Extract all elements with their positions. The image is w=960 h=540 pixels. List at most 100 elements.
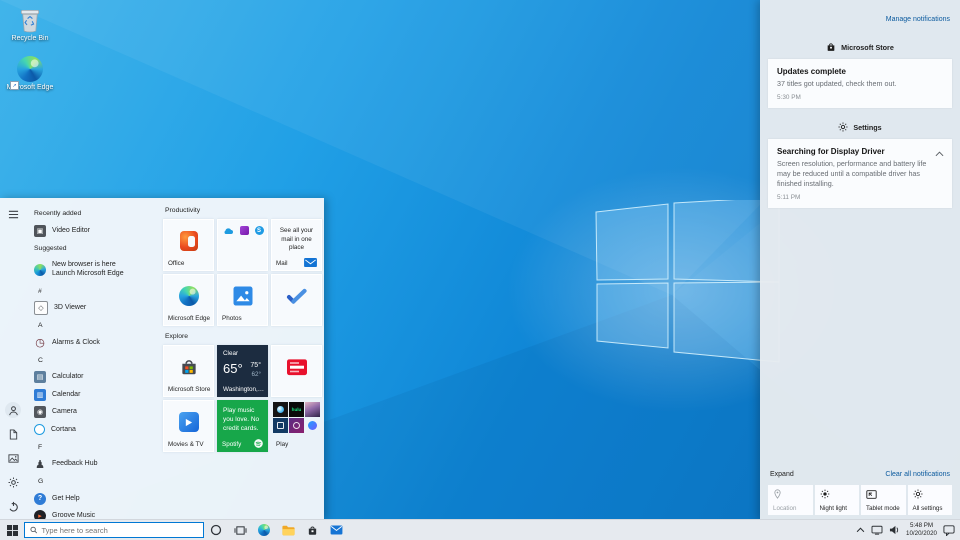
tile-office[interactable]: Office bbox=[163, 219, 214, 271]
start-section-label[interactable]: C bbox=[26, 352, 160, 369]
pictures-button[interactable] bbox=[5, 450, 21, 466]
play-tile-game-art[interactable] bbox=[305, 402, 320, 417]
onenote-icon bbox=[240, 226, 249, 235]
quick-action-label: All settings bbox=[913, 505, 950, 512]
system-tray: 5:48 PM 10/20/2020 bbox=[856, 522, 960, 538]
tile-to-do[interactable] bbox=[271, 274, 322, 326]
mail-taskbar-button[interactable] bbox=[324, 520, 348, 540]
start-app-item[interactable]: 3D Viewer bbox=[26, 300, 160, 318]
volume-icon[interactable] bbox=[889, 525, 900, 535]
tile-mail[interactable]: See all your mail in one place Mail bbox=[271, 219, 322, 271]
mail-icon bbox=[304, 258, 317, 267]
play-tile-ps[interactable] bbox=[273, 418, 288, 433]
app-label: Camera bbox=[52, 408, 77, 416]
start-app-item[interactable]: New browser is here Launch Microsoft Edg… bbox=[26, 257, 160, 283]
action-center-button[interactable] bbox=[943, 525, 955, 536]
start-section-label[interactable]: G bbox=[26, 473, 160, 490]
tile-weather[interactable]: Clear 65° 75° 62° Washington,… bbox=[217, 345, 268, 397]
manage-notifications-link[interactable]: Manage notifications bbox=[886, 16, 950, 23]
tile-spotify[interactable]: Play music you love. No credit cards. Sp… bbox=[217, 400, 268, 452]
start-section-label[interactable]: F bbox=[26, 439, 160, 456]
quick-action-tablet-mode[interactable]: Tablet mode bbox=[861, 485, 906, 515]
notification-card-updates[interactable]: Updates complete 37 titles got updated, … bbox=[768, 59, 952, 108]
chevron-up-icon[interactable] bbox=[935, 151, 944, 157]
tile-news[interactable] bbox=[271, 345, 322, 397]
taskbar-search[interactable] bbox=[24, 522, 204, 538]
documents-button[interactable] bbox=[5, 426, 21, 442]
skype-icon: S bbox=[255, 226, 264, 235]
start-app-item[interactable]: Get Help bbox=[26, 490, 160, 508]
video-editor-icon bbox=[34, 225, 46, 237]
network-icon[interactable] bbox=[871, 525, 883, 535]
photos-icon bbox=[233, 287, 252, 306]
tile-office-apps[interactable]: S bbox=[217, 219, 268, 271]
play-tile-hulu[interactable]: hulu bbox=[289, 402, 304, 417]
file-explorer-button[interactable] bbox=[276, 520, 300, 540]
tile-microsoft-store[interactable]: Microsoft Store bbox=[163, 345, 214, 397]
start-app-item[interactable]: Calculator bbox=[26, 369, 160, 387]
feedback-hub-icon bbox=[34, 458, 46, 470]
quick-action-location[interactable]: Location bbox=[768, 485, 813, 515]
desktop-icon-recycle-bin[interactable]: Recycle Bin bbox=[4, 6, 56, 43]
search-input[interactable] bbox=[41, 526, 198, 535]
hamburger-menu-button[interactable] bbox=[5, 206, 21, 222]
notification-group-header-store: Microsoft Store bbox=[760, 42, 960, 52]
start-button[interactable] bbox=[0, 520, 24, 540]
user-account-button[interactable] bbox=[5, 402, 21, 418]
notification-card-display-driver[interactable]: Searching for Display Driver Screen reso… bbox=[768, 139, 952, 208]
windows-logo-icon bbox=[594, 200, 784, 365]
edge-icon bbox=[258, 524, 270, 536]
tile-group-label: Productivity bbox=[165, 207, 322, 214]
tile-group-label: Explore bbox=[165, 333, 322, 340]
quick-action-settings[interactable]: All settings bbox=[908, 485, 953, 515]
tile-photos[interactable]: Photos bbox=[217, 274, 268, 326]
start-app-list: Recently added Video Editor Suggested Ne… bbox=[26, 198, 160, 520]
pictures-icon bbox=[8, 453, 19, 464]
settings-button[interactable] bbox=[5, 474, 21, 490]
start-app-item[interactable]: Video Editor bbox=[26, 222, 160, 240]
tablet-mode-icon bbox=[866, 489, 903, 499]
task-view-icon bbox=[234, 525, 247, 536]
tile-microsoft-edge[interactable]: Microsoft Edge bbox=[163, 274, 214, 326]
taskbar-clock[interactable]: 5:48 PM 10/20/2020 bbox=[906, 522, 937, 538]
tray-chevron-up-icon[interactable] bbox=[856, 527, 865, 533]
start-app-item[interactable]: Cortana bbox=[26, 421, 160, 439]
play-tile-movies-app[interactable] bbox=[289, 418, 304, 433]
play-tile-game[interactable] bbox=[273, 402, 288, 417]
windows-start-icon bbox=[7, 525, 18, 536]
tile-grid-explore: Microsoft Store Clear 65° 75° 62° Washin… bbox=[163, 345, 322, 452]
alarms-clock-icon bbox=[34, 337, 46, 349]
quick-action-night-light[interactable]: Night light bbox=[815, 485, 860, 515]
desktop-icon-microsoft-edge[interactable]: ↗ Microsoft Edge bbox=[4, 56, 56, 92]
start-section-label[interactable]: A bbox=[26, 317, 160, 334]
store-taskbar-button[interactable] bbox=[300, 520, 324, 540]
camera-icon bbox=[34, 406, 46, 418]
cortana-icon bbox=[34, 424, 45, 435]
clear-all-notifications-link[interactable]: Clear all notifications bbox=[885, 471, 950, 478]
start-app-item[interactable]: Camera bbox=[26, 404, 160, 422]
start-app-item[interactable]: Feedback Hub bbox=[26, 456, 160, 474]
folder-icon bbox=[282, 525, 295, 536]
edge-icon bbox=[34, 264, 46, 276]
taskbar: 5:48 PM 10/20/2020 bbox=[0, 519, 960, 540]
start-section-label[interactable]: Recently added bbox=[26, 205, 160, 222]
night-light-icon bbox=[820, 489, 857, 499]
quick-actions-grid: Location Night light Tablet mode All set… bbox=[760, 485, 960, 520]
play-tile-messenger[interactable] bbox=[305, 418, 320, 433]
start-section-label[interactable]: # bbox=[26, 283, 160, 300]
store-icon bbox=[179, 358, 198, 377]
start-app-item[interactable]: Calendar bbox=[26, 386, 160, 404]
start-app-item[interactable]: Alarms & Clock bbox=[26, 334, 160, 352]
microsoft-store-icon bbox=[826, 42, 836, 52]
task-view-button[interactable] bbox=[228, 520, 252, 540]
notification-group-header-settings: Settings bbox=[760, 122, 960, 132]
cortana-icon bbox=[210, 524, 222, 536]
tile-movies-tv[interactable]: Movies & TV bbox=[163, 400, 214, 452]
start-section-label[interactable]: Suggested bbox=[26, 240, 160, 257]
expand-link[interactable]: Expand bbox=[770, 471, 794, 478]
cortana-button[interactable] bbox=[204, 520, 228, 540]
edge-taskbar-button[interactable] bbox=[252, 520, 276, 540]
power-button[interactable] bbox=[5, 498, 21, 514]
gear-icon bbox=[838, 122, 848, 132]
onedrive-icon bbox=[222, 227, 234, 235]
